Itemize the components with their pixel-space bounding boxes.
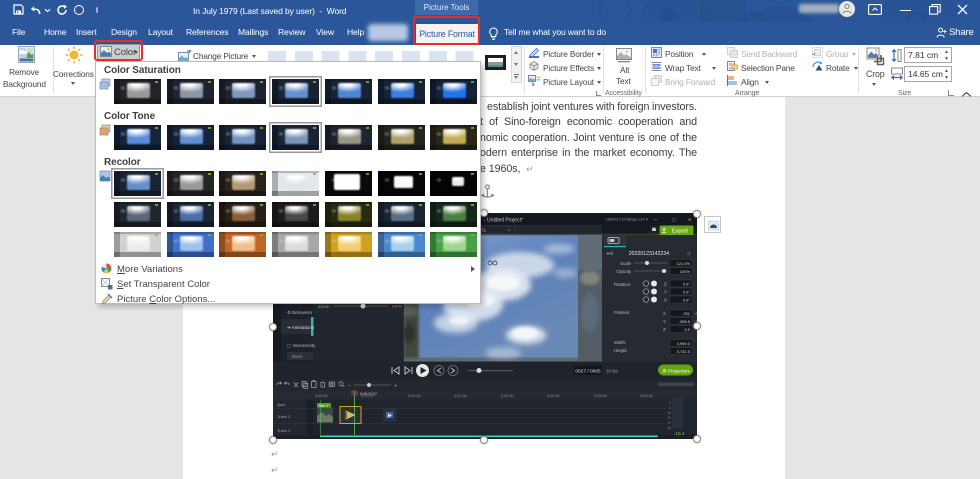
svg-text:0:03:30: 0:03:30 — [640, 394, 653, 398]
svg-text:Scale: Scale — [620, 261, 631, 266]
svg-text:More: More — [292, 354, 303, 359]
svg-text:×: × — [688, 218, 691, 224]
svg-text:0.0°: 0.0° — [683, 282, 691, 287]
svg-text:▾: ▾ — [508, 228, 510, 233]
svg-text:0:00:00: 0:00:00 — [315, 394, 328, 398]
svg-text:30 fps: 30 fps — [606, 369, 619, 374]
svg-text:↺: ↺ — [687, 251, 691, 256]
svg-text:100%: 100% — [680, 269, 691, 274]
svg-text:Track 2: Track 2 — [277, 414, 291, 419]
svg-text:- Untitled Project*: - Untitled Project* — [484, 218, 523, 224]
svg-text:0:02:30: 0:02:30 — [547, 394, 560, 398]
svg-text:Export: Export — [672, 229, 688, 235]
svg-text:0027 / 0605: 0027 / 0605 — [575, 369, 601, 375]
svg-text:⚙ Behaviors: ⚙ Behaviors — [287, 310, 313, 315]
svg-text:➔ Animations: ➔ Animations — [287, 325, 315, 330]
svg-text:122%: 122% — [391, 304, 402, 309]
svg-text:0.0°: 0.0° — [683, 290, 691, 295]
svg-text:0.0: 0.0 — [684, 327, 690, 332]
svg-text:Zoom: Zoom — [318, 304, 330, 309]
svg-text:Height:: Height: — [614, 348, 628, 353]
svg-text:0:00:27:07: 0:00:27:07 — [360, 392, 377, 396]
svg-text:4,990.0: 4,990.0 — [677, 341, 691, 346]
svg-text:⚙ Properties: ⚙ Properties — [662, 369, 690, 375]
svg-text:Rotation:: Rotation: — [614, 282, 631, 287]
svg-text:0.0°: 0.0° — [683, 298, 691, 303]
svg-text:Opacity: Opacity — [616, 269, 631, 274]
svg-text:0:03:00: 0:03:00 — [594, 394, 607, 398]
svg-text:1684017123@qq.com ▾: 1684017123@qq.com ▾ — [605, 217, 648, 222]
svg-text:-396.5: -396.5 — [679, 319, 691, 324]
svg-text:Y: Y — [663, 319, 666, 324]
svg-text:↺: ↺ — [694, 311, 697, 316]
svg-text:◻: ◻ — [672, 217, 676, 222]
svg-text:Quiz: Quiz — [277, 402, 285, 407]
svg-text:121.0%: 121.0% — [676, 261, 690, 266]
svg-text:Track 1: Track 1 — [277, 428, 291, 433]
svg-text:Position:: Position: — [614, 310, 630, 315]
svg-text:-751: -751 — [682, 311, 691, 316]
svg-text:3,742.5: 3,742.5 — [677, 349, 691, 354]
svg-text:Z: Z — [664, 282, 667, 287]
svg-text:Y: Y — [664, 290, 667, 295]
svg-text:0:01:30: 0:01:30 — [454, 394, 467, 398]
svg-text:▢ Interactivity: ▢ Interactivity — [287, 343, 316, 348]
svg-text:◂▸⎙: ◂▸⎙ — [606, 251, 614, 256]
svg-text:X: X — [664, 298, 667, 303]
svg-text:+: + — [394, 384, 398, 390]
svg-text:0:01:00: 0:01:00 — [408, 394, 421, 398]
svg-text:20220123142234: 20220123142234 — [629, 251, 670, 257]
svg-text:Width:: Width: — [614, 340, 626, 345]
svg-text:0:02:00: 0:02:00 — [501, 394, 514, 398]
svg-text:Z: Z — [663, 327, 666, 332]
svg-text:X: X — [663, 311, 666, 316]
